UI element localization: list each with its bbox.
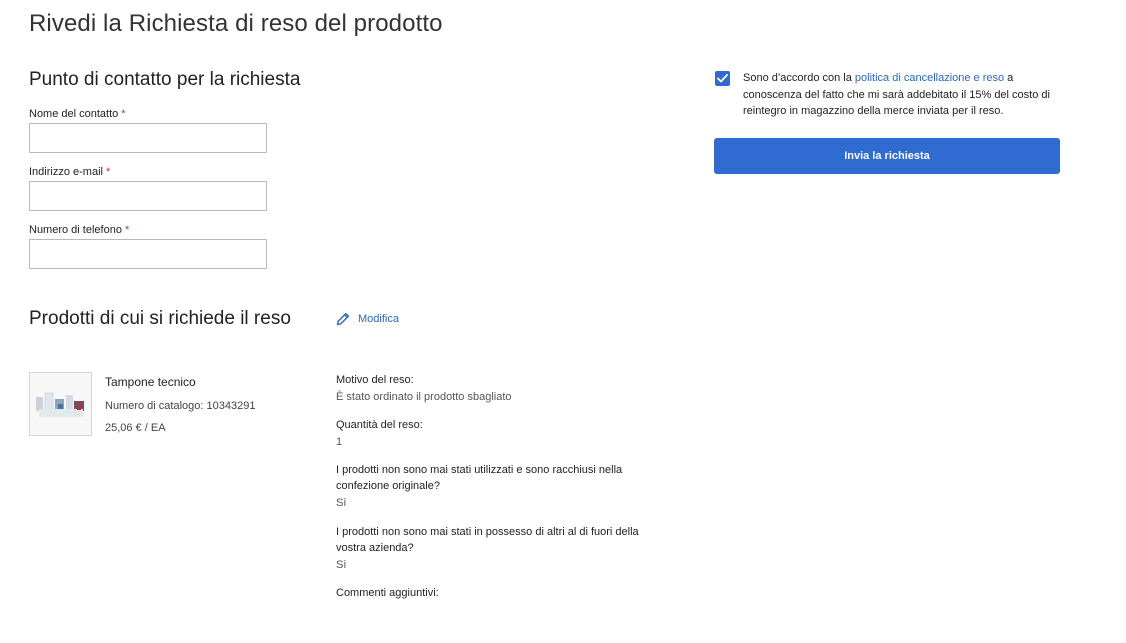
required-marker: * <box>105 166 111 178</box>
return-quantity-label: Quantità del reso: <box>336 419 423 431</box>
consent-row: Sono d’accordo con la politica di cancel… <box>715 70 1053 120</box>
unused-answer-value: Sì <box>336 497 347 509</box>
return-reason-value: È stato ordinato il prodotto sbagliato <box>336 391 512 403</box>
contact-section-title: Punto di contatto per la richiesta <box>29 69 301 90</box>
consent-checkbox[interactable] <box>715 71 730 86</box>
page-title: Rivedi la Richiesta di reso del prodotto <box>29 10 443 37</box>
product-name: Tampone tecnico <box>105 375 196 389</box>
cancellation-policy-link[interactable]: politica di cancellazione e reso <box>855 72 1004 84</box>
contact-name-label: Nome del contatto * <box>29 108 126 120</box>
phone-label: Numero di telefono * <box>29 224 130 236</box>
return-quantity-value: 1 <box>336 436 343 448</box>
possession-answer-value: Sì <box>336 559 347 571</box>
comments-label: Commenti aggiuntivi: <box>336 587 439 599</box>
pencil-icon <box>336 312 350 326</box>
edit-products-link[interactable]: Modifica <box>335 311 399 327</box>
phone-input[interactable] <box>29 239 267 269</box>
product-price: 25,06 € / EA <box>105 422 166 434</box>
products-section-title: Prodotti di cui si richiede il reso <box>29 308 291 329</box>
submit-request-button[interactable]: Invia la richiesta <box>714 138 1060 174</box>
contact-name-input[interactable] <box>29 123 267 153</box>
required-marker: * <box>121 108 126 120</box>
checkmark-icon <box>717 74 728 83</box>
product-image <box>29 372 92 436</box>
email-label: Indirizzo e-mail * <box>29 166 111 178</box>
required-marker: * <box>124 224 130 236</box>
unused-question-label: I prodotti non sono mai stati utilizzati… <box>336 464 623 492</box>
consent-text: Sono d’accordo con la politica di cancel… <box>743 72 1050 117</box>
return-reason-label: Motivo del reso: <box>336 374 414 386</box>
email-input[interactable] <box>29 181 267 211</box>
possession-question-label: I prodotti non sono mai stati in possess… <box>336 526 639 554</box>
product-catalog-number: Numero di catalogo: 10343291 <box>105 400 256 412</box>
